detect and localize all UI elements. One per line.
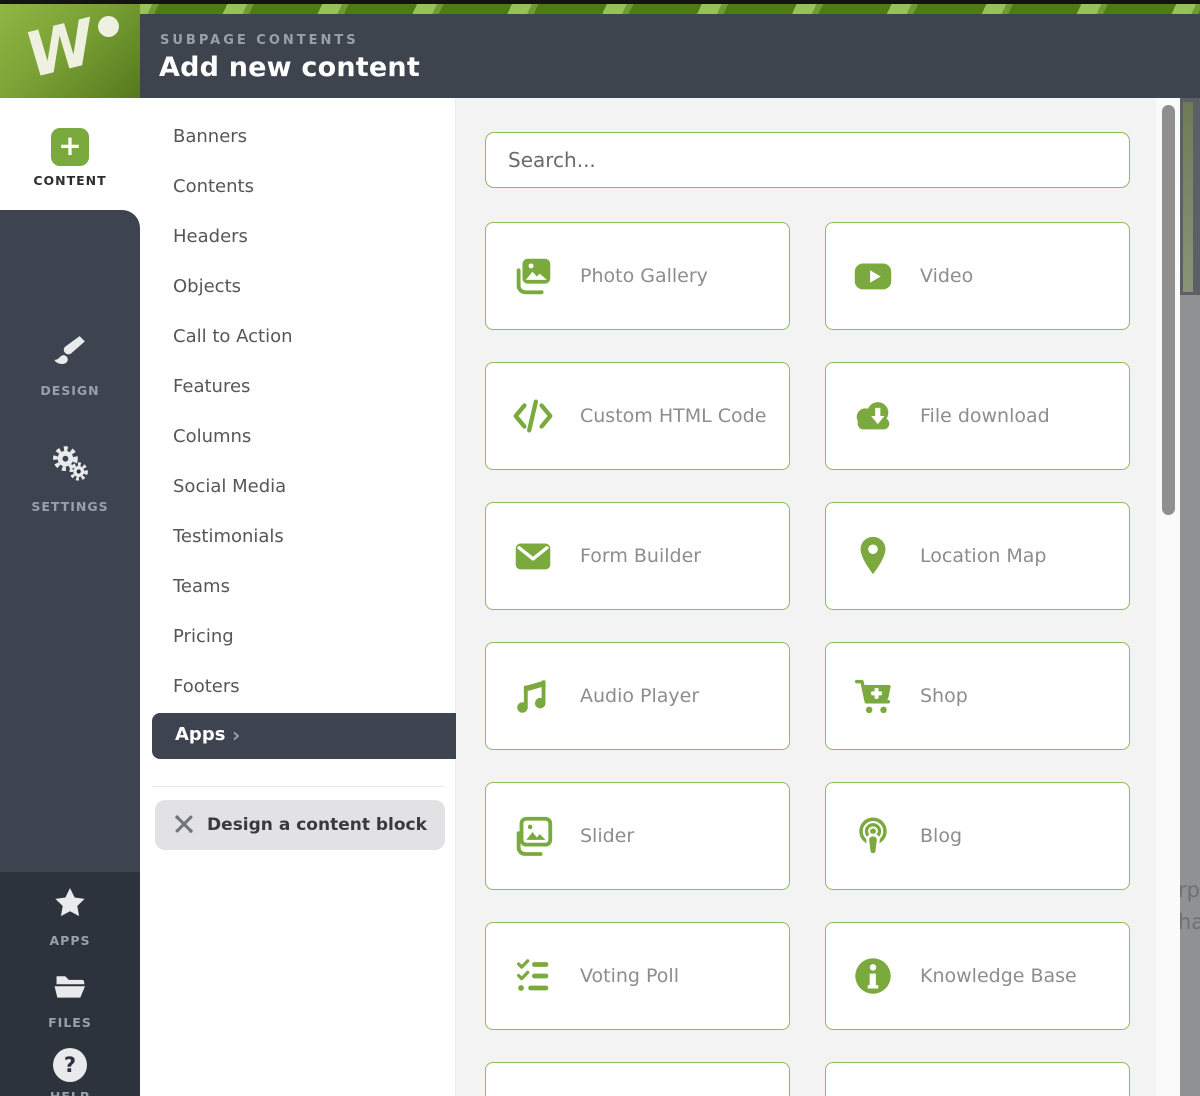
card-slider[interactable]: Slider	[485, 782, 790, 890]
category-list: Banners Contents Headers Objects Call to…	[173, 112, 293, 712]
card-label: Knowledge Base	[920, 964, 1087, 989]
card-label: Custom HTML Code	[580, 404, 776, 429]
card-location-map[interactable]: Location Map	[825, 502, 1130, 610]
chevron-right-icon: ›	[232, 723, 240, 747]
design-block-label: Design a content block	[207, 815, 427, 835]
menu-item-contents[interactable]: Contents	[173, 162, 293, 212]
card-label: Form Builder	[580, 544, 711, 569]
background-text-fragment: ha	[1180, 910, 1200, 934]
rail-item-label: SETTINGS	[0, 499, 140, 514]
card-label: Blog	[920, 824, 972, 849]
file-download-icon	[850, 393, 896, 439]
card-custom-html[interactable]: Custom HTML Code	[485, 362, 790, 470]
header-eyebrow: SUBPAGE CONTENTS	[160, 33, 359, 48]
category-menu: Banners Contents Headers Objects Call to…	[140, 98, 456, 1096]
question-icon: ?	[53, 1048, 87, 1082]
rail-item-help[interactable]: ? HELP	[0, 1048, 140, 1096]
left-rail: + CONTENT DESIGN SETTINGS	[0, 98, 140, 1096]
menu-item-teams[interactable]: Teams	[173, 562, 293, 612]
menu-item-headers[interactable]: Headers	[173, 212, 293, 262]
card-label: Slider	[580, 824, 644, 849]
shop-icon	[850, 673, 896, 719]
rail-item-apps[interactable]: APPS	[0, 884, 140, 948]
add-content-dialog: SUBPAGE CONTENTS Add new content W + CON…	[0, 0, 1200, 1096]
custom-html-icon	[510, 393, 556, 439]
rail-item-settings[interactable]: SETTINGS	[0, 444, 140, 514]
card-voting-poll[interactable]: Voting Poll	[485, 922, 790, 1030]
card-label: Photo Gallery	[580, 264, 718, 289]
card-audio-player[interactable]: Audio Player	[485, 642, 790, 750]
scrollbar-thumb[interactable]	[1162, 105, 1175, 515]
card-label: File download	[920, 404, 1060, 429]
content-cards-grid: Photo Gallery Video Custom HTML Code	[485, 222, 1130, 1096]
rail-item-label: DESIGN	[0, 383, 140, 398]
rail-item-content[interactable]: + CONTENT	[0, 98, 140, 188]
dimmed-image-fragment	[1183, 102, 1193, 292]
menu-item-call-to-action[interactable]: Call to Action	[173, 312, 293, 362]
search-input[interactable]	[485, 132, 1130, 188]
rail-upper-background	[0, 210, 140, 872]
menu-item-banners[interactable]: Banners	[173, 112, 293, 162]
star-icon	[50, 884, 90, 922]
photo-gallery-icon	[510, 253, 556, 299]
paintbrush-icon	[48, 330, 92, 372]
logo-dot	[98, 16, 119, 37]
menu-item-pricing[interactable]: Pricing	[173, 612, 293, 662]
background-text-fragment: rp	[1180, 878, 1200, 902]
card-file-download[interactable]: File download	[825, 362, 1130, 470]
card-photo-gallery[interactable]: Photo Gallery	[485, 222, 790, 330]
blog-icon	[850, 813, 896, 859]
gears-icon	[47, 444, 93, 488]
card-label: Audio Player	[580, 684, 709, 709]
video-icon	[850, 253, 896, 299]
menu-item-features[interactable]: Features	[173, 362, 293, 412]
location-map-icon	[850, 533, 896, 579]
dimmed-page-background: rp ha	[1180, 98, 1200, 1096]
form-builder-icon	[510, 533, 556, 579]
webnode-logo[interactable]: W	[0, 4, 140, 98]
dimmed-header-area	[1180, 98, 1200, 295]
knowledge-base-icon	[850, 953, 896, 999]
rail-item-design[interactable]: DESIGN	[0, 330, 140, 398]
rail-item-label: FILES	[0, 1015, 140, 1030]
page-title: Add new content	[159, 52, 420, 83]
design-content-block-button[interactable]: Design a content block	[155, 800, 445, 850]
card-knowledge-base[interactable]: Knowledge Base	[825, 922, 1130, 1030]
rail-item-label: APPS	[0, 933, 140, 948]
folder-icon	[49, 966, 91, 1004]
rail-item-label: HELP	[0, 1089, 140, 1096]
rail-item-label: CONTENT	[0, 173, 140, 188]
menu-item-apps-selected[interactable]: Apps ›	[152, 713, 456, 759]
card-label: Location Map	[920, 544, 1057, 569]
menu-item-footers[interactable]: Footers	[173, 662, 293, 712]
card-partial[interactable]	[485, 1062, 790, 1096]
plus-icon: +	[51, 128, 89, 166]
menu-divider	[152, 786, 444, 787]
card-shop[interactable]: Shop	[825, 642, 1130, 750]
card-form-builder[interactable]: Form Builder	[485, 502, 790, 610]
content-picker-panel: Photo Gallery Video Custom HTML Code	[456, 98, 1180, 1096]
rail-item-files[interactable]: FILES	[0, 966, 140, 1030]
voting-poll-icon	[510, 953, 556, 999]
selected-item-label: Apps	[175, 724, 225, 745]
card-video[interactable]: Video	[825, 222, 1130, 330]
card-label: Voting Poll	[580, 964, 689, 989]
card-label: Shop	[920, 684, 978, 709]
audio-player-icon	[510, 673, 556, 719]
menu-item-social-media[interactable]: Social Media	[173, 462, 293, 512]
card-partial[interactable]	[825, 1062, 1130, 1096]
design-tools-icon	[173, 814, 195, 836]
menu-item-columns[interactable]: Columns	[173, 412, 293, 462]
green-stripe-banner	[0, 4, 1200, 14]
card-label: Video	[920, 264, 983, 289]
slider-icon	[510, 813, 556, 859]
card-blog[interactable]: Blog	[825, 782, 1130, 890]
menu-item-objects[interactable]: Objects	[173, 262, 293, 312]
logo-letter: W	[18, 5, 102, 92]
dialog-header: SUBPAGE CONTENTS Add new content	[0, 14, 1200, 98]
menu-item-testimonials[interactable]: Testimonials	[173, 512, 293, 562]
